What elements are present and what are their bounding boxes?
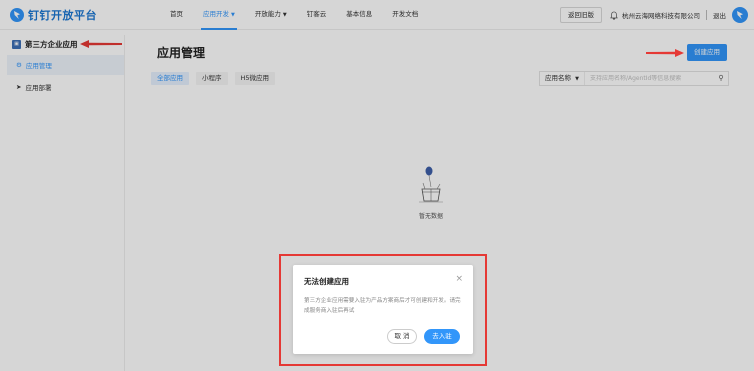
cannot-create-app-dialog: 无法创建应用 × 第三方企业应用需要入驻为产品方案商后才可创建和开发。请完成服务…	[293, 265, 473, 354]
dialog-message: 第三方企业应用需要入驻为产品方案商后才可创建和开发。请完成服务商入驻后再试	[304, 298, 461, 314]
dialog-title: 无法创建应用	[304, 277, 349, 286]
cancel-button[interactable]: 取 消	[387, 329, 417, 344]
annotation-arrow-right-icon	[646, 49, 684, 57]
join-as-provider-button[interactable]: 去入驻	[424, 329, 460, 344]
close-icon[interactable]: ×	[455, 274, 463, 284]
